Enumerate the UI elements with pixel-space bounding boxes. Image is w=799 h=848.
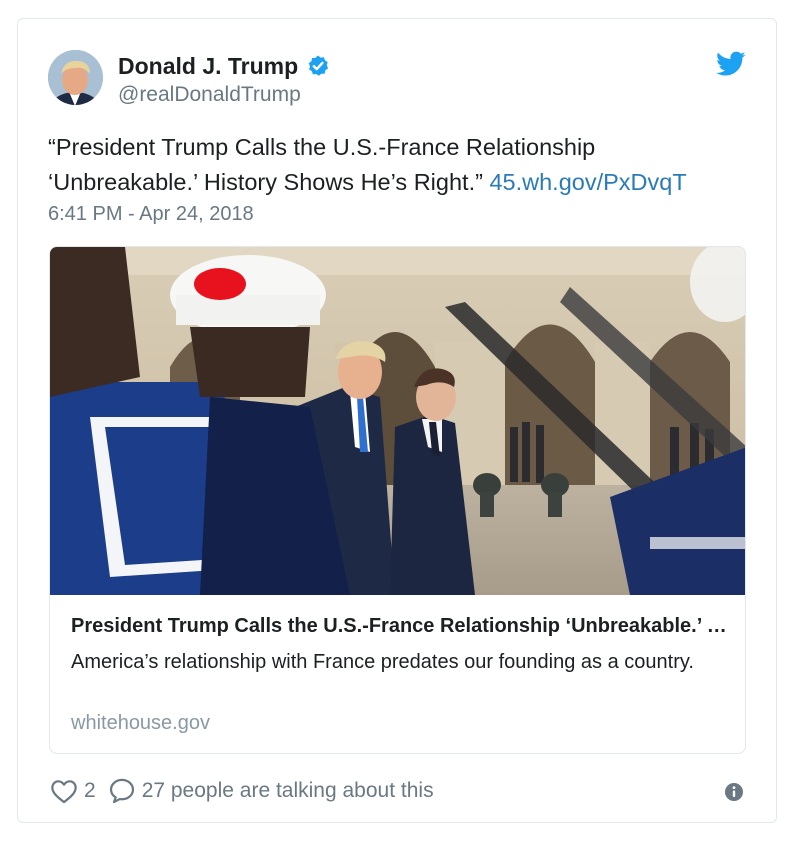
conversation-count: 27 people are talking about this [141,779,434,802]
verified-badge-icon [308,55,329,76]
card-description: America’s relationship with France preda… [71,651,694,673]
avatar[interactable] [48,50,103,105]
timestamp[interactable]: 6:41 PM - Apr 24, 2018 [48,203,254,226]
tweet-link[interactable]: 45.wh.gov/PxDvqT [489,169,686,195]
like-count: 2 [84,779,96,802]
card-domain: whitehouse.gov [71,712,210,734]
handle[interactable]: @realDonaldTrump [118,83,330,107]
tweet-actions: 2 27 people are talking about this [50,777,434,805]
card-title[interactable]: President Trump Calls the U.S.-France Re… [71,615,731,638]
author-info: Donald J. Trump @realDonaldTrump [118,51,330,107]
like-button[interactable]: 2 [50,778,96,804]
link-preview-card[interactable]: President Trump Calls the U.S.-France Re… [49,246,746,754]
info-icon[interactable] [724,782,744,802]
reply-button[interactable]: 27 people are talking about this [108,777,434,805]
reply-bubble-icon [109,778,134,804]
tweet-card: Donald J. Trump @realDonaldTrump “Presid… [17,18,777,823]
twitter-bird-icon[interactable] [716,51,746,77]
heart-icon [51,780,77,804]
tweet-text: “President Trump Calls the U.S.-France R… [48,130,748,200]
avatar-image [48,50,103,105]
display-name[interactable]: Donald J. Trump [118,53,298,80]
card-image[interactable] [50,247,746,595]
